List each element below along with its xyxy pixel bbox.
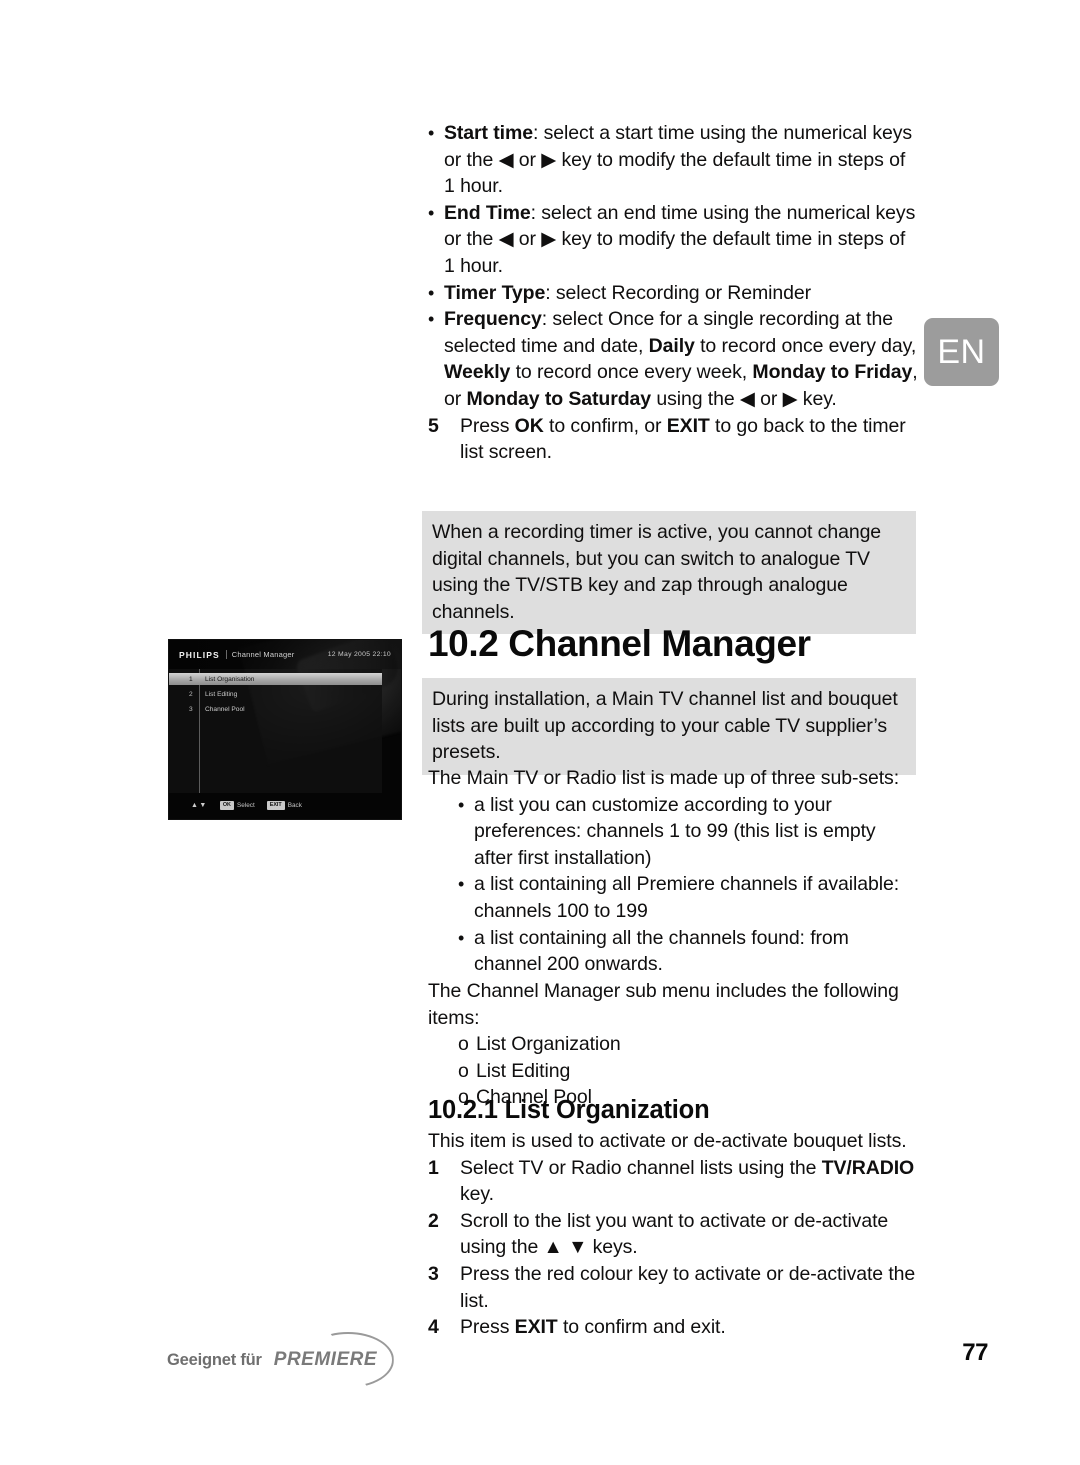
bullet-term-end-time: End Time [444,201,531,224]
language-tab-en: EN [924,318,999,386]
step-1: 1 Select TV or Radio channel lists using … [428,1155,918,1208]
step-1-number: 1 [428,1156,439,1179]
bullet-text-timer-type: : select Recording or Reminder [545,281,812,304]
ok-key-icon: OK [219,801,234,810]
tv-datetime: 12 May 2005 22:10 [327,651,391,658]
ok-key-label: Select [236,802,255,809]
frequency-bold-mon-sat: Monday to Saturday [466,387,652,410]
subset-item-all-channels: a list containing all the channels found… [458,925,918,978]
channel-manager-intro-text: During installation, a Main TV channel l… [432,688,898,764]
tv-menu-item-index: 2 [189,690,193,698]
timer-settings-bullet-list: Start time: select a start time using th… [428,120,918,413]
philips-logo: PHILIPS [179,649,220,660]
manual-page: EN Start time: select a start time using… [0,0,1080,1465]
step-4: 4 Press EXIT to confirm and exit. [428,1314,918,1341]
timer-settings-section: Start time: select a start time using th… [428,120,918,466]
step-1-bold-tv-radio: TV/RADIO [821,1156,915,1179]
premiere-logo-prefix: Geeignet für [167,1350,262,1369]
tv-menu-item-label: List Organisation [205,675,255,683]
tv-menu-item-channel-pool[interactable]: 3 Channel Pool [169,703,382,715]
premiere-brand-text: PREMIERE [273,1349,378,1370]
bullet-frequency: Frequency: select Once for a single reco… [428,306,918,412]
subsets-bullet-list: a list you can customize according to yo… [428,792,918,978]
subsets-intro: The Main TV or Radio list is made up of … [428,767,900,789]
bullet-start-time: Start time: select a start time using th… [428,120,918,200]
premiere-logo: Geeignet für PREMIERE [167,1332,399,1388]
tv-menu-item-index: 3 [189,705,193,713]
submenu-intro: The Channel Manager sub menu includes th… [428,980,899,1029]
frequency-part-5: using the ◀ or ▶ key. [651,387,837,410]
step-3-number: 3 [428,1262,439,1285]
step-1-part-1: Select TV or Radio channel lists using t… [460,1156,822,1179]
channel-manager-intro-box: During installation, a Main TV channel l… [422,678,916,775]
frequency-part-3: to record once every week, [510,361,753,384]
bullet-end-time: End Time: select an end time using the n… [428,200,918,280]
step-5-bold-exit: EXIT [666,414,710,437]
frequency-bold-mon-fri: Monday to Friday [752,361,913,384]
step-5-part-1: Press [460,414,515,437]
bullet-term-frequency: Frequency [444,308,542,331]
subset-item-custom: a list you can customize according to yo… [458,792,918,872]
up-down-arrows-icon: ▲▼ [191,802,208,809]
tv-ok-hint: OK Select [219,801,255,810]
frequency-bold-weekly: Weekly [444,361,511,384]
tv-exit-hint: EXIT Back [266,801,302,810]
tv-menu-screenshot: PHILIPS Channel Manager 12 May 2005 22:1… [168,639,402,820]
list-organization-section: This item is used to activate or de-acti… [428,1128,918,1341]
list-organization-step-list: 1 Select TV or Radio channel lists using … [428,1155,918,1341]
note-box: When a recording timer is active, you ca… [422,511,916,635]
tv-menu-item-list-organisation[interactable]: 1 List Organisation [169,673,382,685]
section-heading-10-2-1-text: 10.2.1 List Organization [428,1096,710,1124]
step-3-part-1: Press the red colour key to activate or … [460,1262,916,1312]
step-5: 5 Press OK to confirm, or EXIT to go back… [428,413,918,466]
frequency-part-2: to record once every day, [694,334,917,357]
bullet-timer-type: Timer Type: select Recording or Reminder [428,280,918,307]
page-number: 77 [962,1339,988,1366]
frequency-bold-daily: Daily [648,334,695,357]
step-4-part-1: Press [460,1316,515,1339]
submenu-section: The Channel Manager sub menu includes th… [428,978,918,1111]
tv-menu-item-index: 1 [189,675,193,683]
step-1-part-2: key. [460,1183,494,1206]
step-4-part-2: to confirm and exit. [557,1316,726,1339]
timer-step-list: 5 Press OK to confirm, or EXIT to go back… [428,413,918,466]
section-heading-10-2-text: 10.2 Channel Manager [428,623,811,664]
tv-header-bar: PHILIPS Channel Manager 12 May 2005 22:1… [169,640,401,669]
submenu-item-list-editing: List Editing [458,1058,918,1085]
section-heading-10-2: 10.2 Channel Manager [428,623,918,665]
note-box-text: When a recording timer is active, you ca… [432,521,882,623]
step-4-bold-exit: EXIT [514,1316,558,1339]
list-organization-intro: This item is used to activate or de-acti… [428,1130,907,1152]
subset-item-premiere: a list containing all Premiere channels … [458,871,918,924]
bullet-term-timer-type: Timer Type [444,281,546,304]
step-3: 3 Press the red colour key to activate or… [428,1261,918,1314]
tv-menu-list: 1 List Organisation 2 List Editing 3 Cha… [169,673,382,718]
step-5-part-2: to confirm, or [543,414,667,437]
premiere-brand-wrap: PREMIERE [273,1332,399,1388]
exit-key-icon: EXIT [266,801,285,810]
step-5-bold-ok: OK [514,414,544,437]
step-2-part-1: Scroll to the list you want to activate … [460,1209,889,1259]
step-5-number: 5 [428,414,439,437]
tv-menu-item-label: Channel Pool [205,705,245,713]
exit-key-label: Back [287,802,302,809]
tv-menu-panel: 1 List Organisation 2 List Editing 3 Cha… [169,669,382,793]
bullet-term-start-time: Start time [444,122,533,144]
tv-menu-item-label: List Editing [205,690,238,698]
step-2-number: 2 [428,1209,439,1232]
language-tab-label: EN [937,332,986,371]
section-heading-10-2-1: 10.2.1 List Organization [428,1095,918,1125]
tv-menu-item-list-editing[interactable]: 2 List Editing [169,688,382,700]
tv-screen-title: Channel Manager [231,650,295,659]
step-4-number: 4 [428,1316,439,1339]
header-divider [225,650,227,659]
step-2: 2 Scroll to the list you want to activate… [428,1208,918,1261]
submenu-item-list-organization: List Organization [458,1031,918,1058]
tv-footer-bar: ▲▼ OK Select EXIT Back [169,801,401,810]
subsets-section: The Main TV or Radio list is made up of … [428,765,918,978]
